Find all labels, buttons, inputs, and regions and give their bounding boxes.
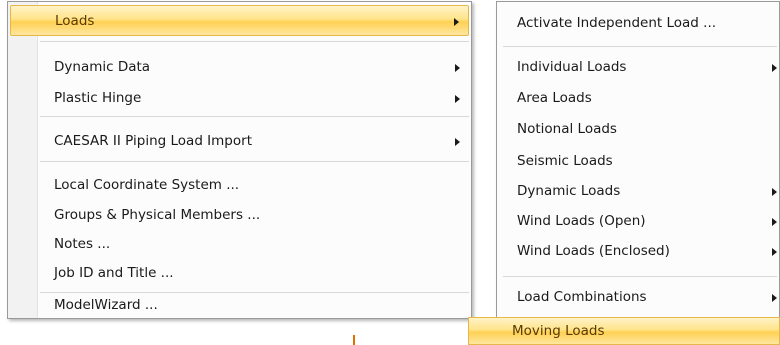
menu-item-label: Wind Loads (Enclosed) [517, 243, 670, 259]
cursor-marker [353, 335, 355, 345]
submenu-arrow-icon [772, 218, 777, 226]
menu-item-label: Groups & Physical Members ... [54, 207, 261, 223]
menu-item-modelwizard[interactable]: ModelWizard ... [10, 292, 469, 319]
menu-item-label: Wind Loads (Open) [517, 213, 646, 229]
menu-item-plastic-hinge[interactable]: Plastic Hinge [10, 83, 469, 114]
menu-item-dynamic-data[interactable]: Dynamic Data [10, 52, 469, 83]
menu-item-label: Job ID and Title ... [54, 265, 174, 281]
menu-item-label: Seismic Loads [517, 153, 613, 169]
menu-item-individual-loads[interactable]: Individual Loads [499, 52, 777, 83]
menu-item-area-loads[interactable]: Area Loads [499, 83, 777, 114]
menu-item-moving-loads[interactable]: Moving Loads [468, 317, 780, 345]
menu-item-notional-loads[interactable]: Notional Loads [499, 114, 777, 145]
submenu-arrow-icon [772, 64, 777, 72]
menu-item-label: Individual Loads [517, 59, 627, 75]
submenu-arrow-icon [772, 188, 777, 196]
menu-item-label: Area Loads [517, 90, 592, 106]
menu-item-label: Plastic Hinge [54, 90, 142, 106]
menu-item-label: ModelWizard ... [54, 297, 158, 313]
menu-item-label: Notes ... [54, 236, 111, 252]
menu-item-dynamic-loads[interactable]: Dynamic Loads [499, 176, 777, 207]
submenu-arrow-icon [772, 248, 777, 256]
menu-separator [40, 161, 469, 162]
menu-item-activate-independent-load[interactable]: Activate Independent Load ... [499, 8, 777, 39]
submenu-arrow-icon [455, 95, 460, 103]
menu-item-label: CAESAR II Piping Load Import [54, 133, 252, 149]
menu-item-groups-physical-members[interactable]: Groups & Physical Members ... [10, 200, 469, 231]
loads-submenu: Activate Independent Load ... Individual… [496, 1, 780, 341]
menu-item-job-id-title[interactable]: Job ID and Title ... [10, 258, 469, 289]
menu-item-label: Moving Loads [512, 323, 605, 339]
submenu-arrow-icon [455, 138, 460, 146]
menu-separator [503, 46, 777, 47]
menu-separator [503, 276, 777, 277]
menu-item-label: Dynamic Loads [517, 183, 621, 199]
menu-item-caesar-import[interactable]: CAESAR II Piping Load Import [10, 126, 469, 157]
menu-item-label: Dynamic Data [54, 59, 151, 75]
menu-item-loads[interactable]: Loads [10, 5, 469, 36]
menu-item-notes[interactable]: Notes ... [10, 229, 469, 260]
submenu-arrow-icon [772, 294, 777, 302]
menu-item-wind-loads-open[interactable]: Wind Loads (Open) [499, 206, 777, 237]
menu-item-wind-loads-enclosed[interactable]: Wind Loads (Enclosed) [499, 236, 777, 267]
context-menu: Loads Dynamic Data Plastic Hinge CAESAR … [7, 1, 472, 319]
submenu-arrow-icon [455, 64, 460, 72]
menu-item-label: Loads [55, 13, 95, 29]
menu-item-load-combinations[interactable]: Load Combinations [499, 282, 777, 313]
menu-item-label: Load Combinations [517, 289, 647, 305]
menu-item-label: Activate Independent Load ... [517, 15, 717, 31]
menu-item-local-coordinate-system[interactable]: Local Coordinate System ... [10, 170, 469, 201]
menu-item-seismic-loads[interactable]: Seismic Loads [499, 146, 777, 177]
submenu-arrow-icon [454, 18, 459, 26]
menu-separator [40, 116, 469, 117]
menu-item-label: Notional Loads [517, 121, 617, 137]
menu-item-label: Local Coordinate System ... [54, 177, 240, 193]
menu-separator [40, 41, 469, 42]
